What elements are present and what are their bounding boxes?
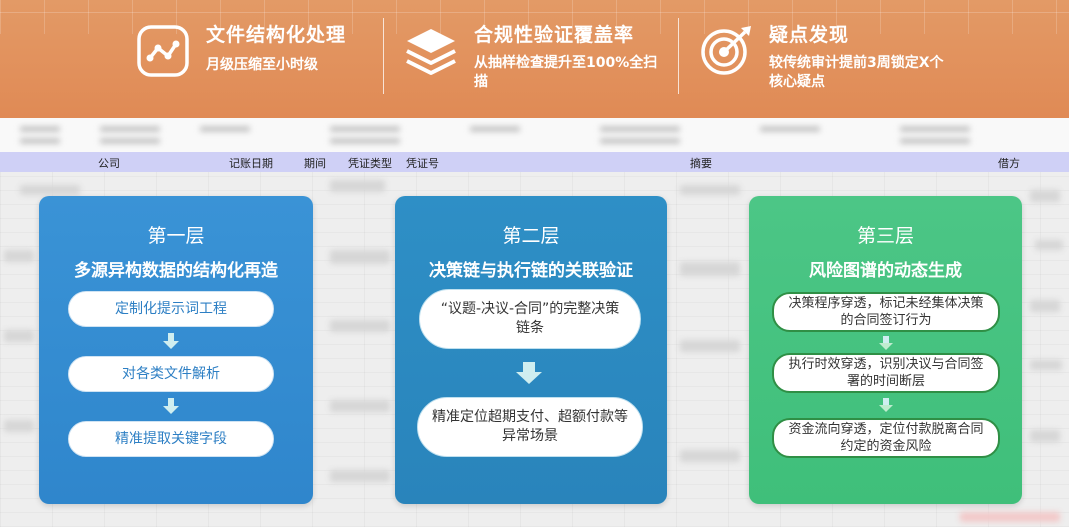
layer-name: 第二层 bbox=[502, 225, 560, 247]
step-decision-chain: “议题-决议-合同”的完整决策链条 bbox=[419, 289, 641, 349]
layer-card-2: 第二层 决策链与执行链的关联验证 “议题-决议-合同”的完整决策链条 精准定位超… bbox=[395, 196, 667, 504]
column-header-debit[interactable]: 借方 bbox=[998, 155, 1020, 171]
step-parse-files: 对各类文件解析 bbox=[68, 356, 274, 392]
table-header-row: 公司 记账日期 期间 凭证类型 凭证号 摘要 借方 bbox=[0, 152, 1069, 172]
feature-desc: 较传统审计提前3周锁定X个核心疑点 bbox=[769, 55, 944, 90]
layer-card-1: 第一层 多源异构数据的结构化再造 定制化提示词工程 对各类文件解析 精准提取关键… bbox=[39, 196, 313, 504]
layer-title: 决策链与执行链的关联验证 bbox=[429, 261, 633, 281]
layer-name: 第三层 bbox=[856, 225, 914, 247]
feature-issue-discovery: 疑点发现 较传统审计提前3周锁定X个核心疑点 bbox=[697, 22, 957, 92]
layer-title: 风险图谱的动态生成 bbox=[809, 261, 962, 281]
column-header-company[interactable]: 公司 bbox=[98, 155, 120, 171]
feature-structuring: 文件结构化处理 月级压缩至小时级 bbox=[134, 22, 346, 80]
layer-card-3: 第三层 风险图谱的动态生成 决策程序穿透，标记未经集体决策的合同签订行为 执行时… bbox=[749, 196, 1022, 504]
target-icon bbox=[697, 22, 755, 80]
step-fund-flow-penetration: 资金流向穿透，定位付款脱离合同约定的资金风险 bbox=[772, 418, 1000, 458]
step-locate-anomalies: 精准定位超期支付、超额付款等异常场景 bbox=[417, 397, 643, 457]
step-prompt-engineering: 定制化提示词工程 bbox=[68, 291, 274, 327]
column-header-voucher-type[interactable]: 凭证类型 bbox=[348, 155, 392, 171]
banner-divider bbox=[383, 18, 384, 94]
column-header-summary[interactable]: 摘要 bbox=[690, 155, 712, 171]
chart-line-icon bbox=[134, 22, 192, 80]
layer-title: 多源异构数据的结构化再造 bbox=[74, 261, 278, 281]
step-decision-penetration: 决策程序穿透，标记未经集体决策的合同签订行为 bbox=[772, 292, 1000, 332]
feature-title: 疑点发现 bbox=[769, 24, 850, 46]
column-header-posting-date[interactable]: 记账日期 bbox=[229, 155, 273, 171]
banner-row-line bbox=[0, 12, 1069, 13]
feature-title: 文件结构化处理 bbox=[206, 24, 347, 46]
layer-name: 第一层 bbox=[147, 225, 205, 247]
blurred-data-rows bbox=[0, 118, 1069, 152]
step-timeliness-penetration: 执行时效穿透，识别决议与合同签署的时间断层 bbox=[772, 353, 1000, 393]
feature-desc: 月级压缩至小时级 bbox=[206, 57, 318, 73]
feature-compliance: 合规性验证覆盖率 从抽样检查提升至100%全扫描 bbox=[402, 22, 672, 92]
step-extract-fields: 精准提取关键字段 bbox=[68, 421, 274, 457]
column-header-period[interactable]: 期间 bbox=[304, 155, 326, 171]
feature-title: 合规性验证覆盖率 bbox=[474, 24, 635, 46]
top-banner: 文件结构化处理 月级压缩至小时级 合规性验证覆盖率 从抽样检查提升至100%全扫… bbox=[0, 0, 1069, 118]
feature-desc: 从抽样检查提升至100%全扫描 bbox=[474, 55, 658, 90]
banner-divider bbox=[678, 18, 679, 94]
layers-icon bbox=[402, 22, 460, 80]
column-header-voucher-no[interactable]: 凭证号 bbox=[406, 155, 439, 171]
